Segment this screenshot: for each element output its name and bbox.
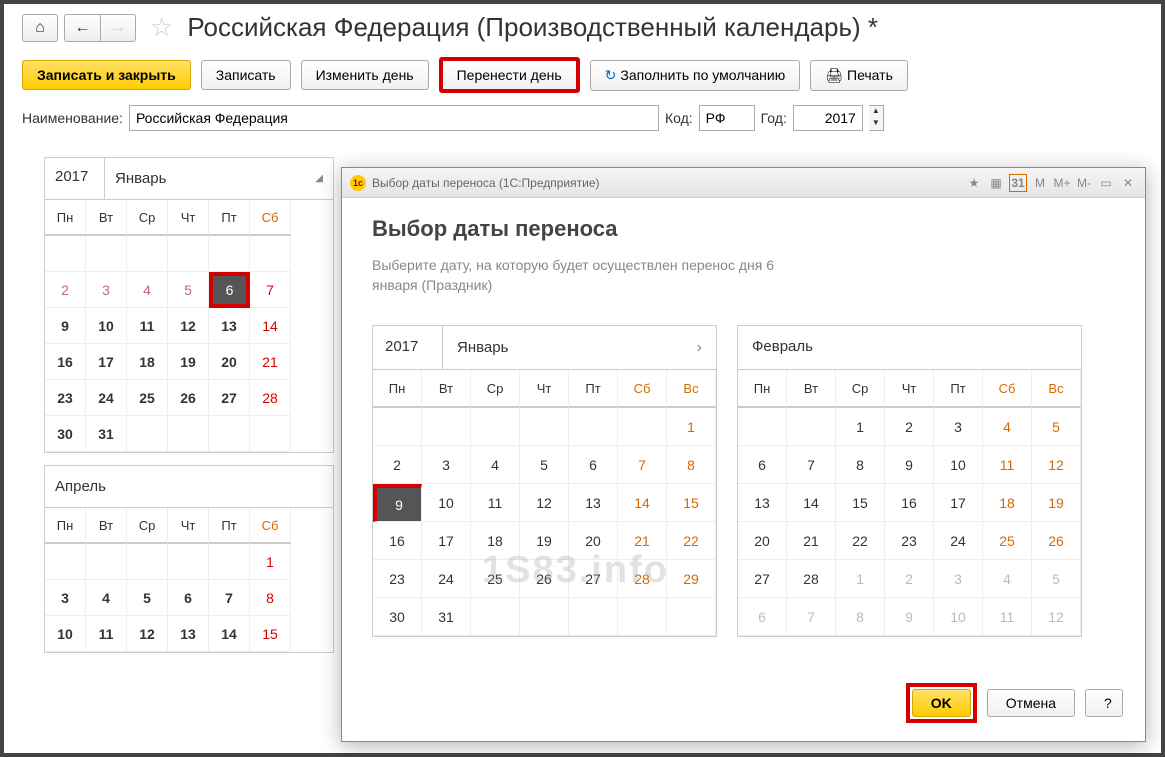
day-cell[interactable]: 4 xyxy=(127,272,168,308)
day-cell[interactable]: 11 xyxy=(127,308,168,344)
home-button[interactable]: ⌂ xyxy=(22,14,58,42)
move-day-button[interactable]: Перенести день xyxy=(439,57,580,93)
day-cell[interactable]: 10 xyxy=(86,308,127,344)
forward-button[interactable]: → xyxy=(100,14,136,42)
print-icon: 🖨 xyxy=(825,67,843,83)
help-button[interactable]: ? xyxy=(1085,689,1123,717)
year-spinner[interactable]: ▲▼ xyxy=(869,105,884,131)
cal-month[interactable]: Январь◢ xyxy=(105,158,333,199)
day-header: Сб xyxy=(250,200,291,236)
favorite-icon[interactable]: ★ xyxy=(965,174,983,192)
day-cell[interactable]: 19 xyxy=(168,344,209,380)
app-icon: 1c xyxy=(350,175,366,191)
name-label: Наименование: xyxy=(22,110,123,126)
refresh-icon: ↻ xyxy=(605,67,617,83)
day-cell[interactable]: 28 xyxy=(250,380,291,416)
memory-m-icon[interactable]: M xyxy=(1031,174,1049,192)
cancel-button[interactable]: Отмена xyxy=(987,689,1075,717)
year-label: Год: xyxy=(761,110,787,126)
favorite-icon[interactable]: ☆ xyxy=(150,12,173,43)
cal-month: Апрель xyxy=(45,466,333,507)
day-cell[interactable]: 30 xyxy=(45,416,86,452)
print-button[interactable]: 🖨Печать xyxy=(810,60,908,91)
day-cell[interactable]: 17 xyxy=(86,344,127,380)
cal-month: Февраль xyxy=(738,326,1081,370)
day-header: Пн xyxy=(45,200,86,236)
back-button[interactable]: ← xyxy=(64,14,100,42)
memory-mminus-icon[interactable]: M- xyxy=(1075,174,1093,192)
calculator-icon[interactable]: ▦ xyxy=(987,174,1005,192)
memory-mplus-icon[interactable]: M+ xyxy=(1053,174,1071,192)
day-cell-selected[interactable]: 6 xyxy=(209,272,250,308)
day-cell[interactable]: 21 xyxy=(250,344,291,380)
dialog-heading: Выбор даты переноса xyxy=(372,216,1115,242)
day-cell[interactable]: 27 xyxy=(209,380,250,416)
day-cell[interactable]: 13 xyxy=(209,308,250,344)
day-cell[interactable]: 5 xyxy=(168,272,209,308)
selected-day[interactable]: 9 xyxy=(373,484,422,522)
dialog-titlebar[interactable]: 1c Выбор даты переноса (1С:Предприятие) … xyxy=(342,168,1145,198)
save-close-button[interactable]: Записать и закрыть xyxy=(22,60,191,90)
next-month-icon[interactable]: › xyxy=(697,339,702,357)
day-cell[interactable]: 14 xyxy=(250,308,291,344)
day-cell[interactable]: 12 xyxy=(168,308,209,344)
code-input[interactable] xyxy=(699,105,755,131)
dialog-description: Выберите дату, на которую будет осуществ… xyxy=(372,256,1115,295)
ok-button[interactable]: OK xyxy=(912,689,971,717)
cal-month[interactable]: Январь › xyxy=(443,326,716,369)
day-cell[interactable]: 23 xyxy=(45,380,86,416)
minimize-icon[interactable]: ▭ xyxy=(1097,174,1115,192)
year-input[interactable] xyxy=(793,105,863,131)
cal-year: 2017 xyxy=(373,326,443,369)
day-cell[interactable]: 31 xyxy=(86,416,127,452)
dialog-title: Выбор даты переноса (1С:Предприятие) xyxy=(372,176,965,190)
day-cell[interactable]: 26 xyxy=(168,380,209,416)
transfer-date-dialog: 1c Выбор даты переноса (1С:Предприятие) … xyxy=(341,167,1146,742)
day-cell[interactable]: 18 xyxy=(127,344,168,380)
day-header: Ср xyxy=(127,200,168,236)
code-label: Код: xyxy=(665,110,693,126)
day-cell[interactable]: 7 xyxy=(250,272,291,308)
dialog-calendar-january: 2017 Январь › Пн Вт Ср Чт Пт Сб Вс 1 xyxy=(372,325,717,637)
name-input[interactable] xyxy=(129,105,659,131)
day-cell[interactable]: 20 xyxy=(209,344,250,380)
day-header: Пт xyxy=(209,200,250,236)
day-cell[interactable]: 2 xyxy=(45,272,86,308)
day-header: Вт xyxy=(86,200,127,236)
day-cell[interactable]: 3 xyxy=(86,272,127,308)
day-header: Чт xyxy=(168,200,209,236)
day-cell[interactable]: 24 xyxy=(86,380,127,416)
close-icon[interactable]: ✕ xyxy=(1119,174,1137,192)
day-cell[interactable]: 16 xyxy=(45,344,86,380)
fill-default-button[interactable]: ↻Заполнить по умолчанию xyxy=(590,60,801,91)
cal-year: 2017 xyxy=(45,158,105,199)
page-title: Российская Федерация (Производственный к… xyxy=(187,12,878,43)
day-cell[interactable]: 9 xyxy=(45,308,86,344)
calendar-icon[interactable]: 31 xyxy=(1009,174,1027,192)
day-cell[interactable]: 25 xyxy=(127,380,168,416)
save-button[interactable]: Записать xyxy=(201,60,291,90)
main-calendar-april: Апрель Пн Вт Ср Чт Пт Сб 1 3 4 5 6 7 8 1… xyxy=(44,465,334,653)
main-calendar-january: 2017 Январь◢ Пн Вт Ср Чт Пт Сб 2 3 4 5 6… xyxy=(44,157,334,453)
change-day-button[interactable]: Изменить день xyxy=(301,60,429,90)
dialog-calendar-february: Февраль Пн Вт Ср Чт Пт Сб Вс 1 2 3 4 5 xyxy=(737,325,1082,637)
